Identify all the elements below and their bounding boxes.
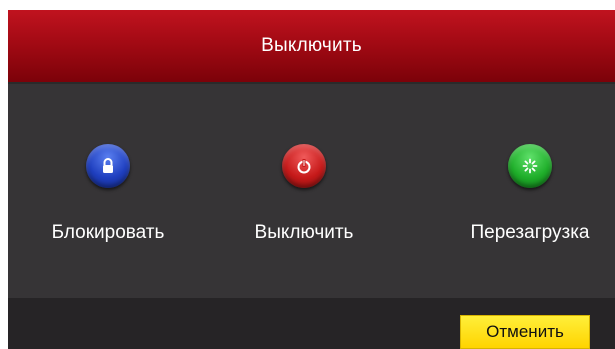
dialog-titlebar: Выключить	[8, 10, 615, 82]
lock-button[interactable]: Блокировать	[23, 144, 193, 244]
shutdown-dialog: Выключить Блокировать Выключить Перезагр…	[8, 10, 615, 349]
reboot-icon	[508, 144, 552, 188]
dialog-content: Блокировать Выключить Перезагрузка	[8, 84, 615, 298]
dialog-title: Выключить	[261, 35, 362, 56]
reboot-button[interactable]: Перезагрузка	[445, 144, 615, 244]
cancel-button[interactable]: Отменить	[460, 315, 590, 349]
reboot-label: Перезагрузка	[470, 222, 590, 243]
lock-label: Блокировать	[51, 222, 165, 243]
dialog-footer: Отменить	[8, 298, 615, 349]
shutdown-button[interactable]: Выключить	[219, 144, 389, 244]
power-icon	[282, 144, 326, 188]
shutdown-label: Выключить	[254, 222, 354, 243]
lock-icon	[86, 144, 130, 188]
